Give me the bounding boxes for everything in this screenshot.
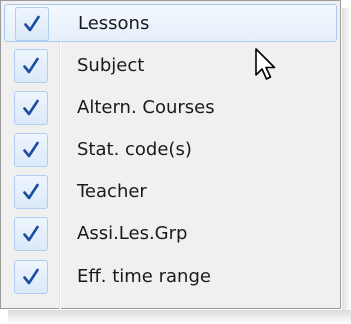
menu-item[interactable]: Subject: [4, 47, 337, 85]
checkmark-icon: [14, 133, 48, 167]
menu-item[interactable]: Assi.Les.Grp: [4, 215, 337, 253]
checkmark-icon: [14, 175, 48, 209]
menu-item-label: Assi.Les.Grp: [77, 223, 188, 244]
menu-item[interactable]: Altern. Courses: [4, 89, 337, 127]
checkmark-icon: [15, 7, 49, 41]
menu-item[interactable]: Lessons: [4, 4, 337, 42]
menu-item[interactable]: Teacher: [4, 173, 337, 211]
menu-item-label: Teacher: [77, 181, 147, 202]
checkmark-icon: [14, 91, 48, 125]
menu-item-label: Eff. time range: [77, 266, 211, 287]
checkmark-icon: [14, 49, 48, 83]
checkmark-icon: [14, 217, 48, 251]
menu-item[interactable]: Eff. time range: [4, 258, 337, 296]
menu-item-label: Subject: [77, 55, 145, 76]
column-visibility-menu: Lessons Subject Altern. Courses Stat. code(…: [0, 0, 341, 309]
menu-shadow-right: [342, 8, 351, 324]
mouse-pointer-icon: [255, 48, 276, 80]
menu-item-label: Altern. Courses: [77, 97, 215, 118]
checkmark-icon: [14, 260, 48, 294]
menu-item-label: Lessons: [78, 13, 150, 34]
menu-shadow-bottom: [8, 310, 351, 324]
menu-item-label: Stat. code(s): [77, 139, 192, 160]
menu-item[interactable]: Stat. code(s): [4, 131, 337, 169]
